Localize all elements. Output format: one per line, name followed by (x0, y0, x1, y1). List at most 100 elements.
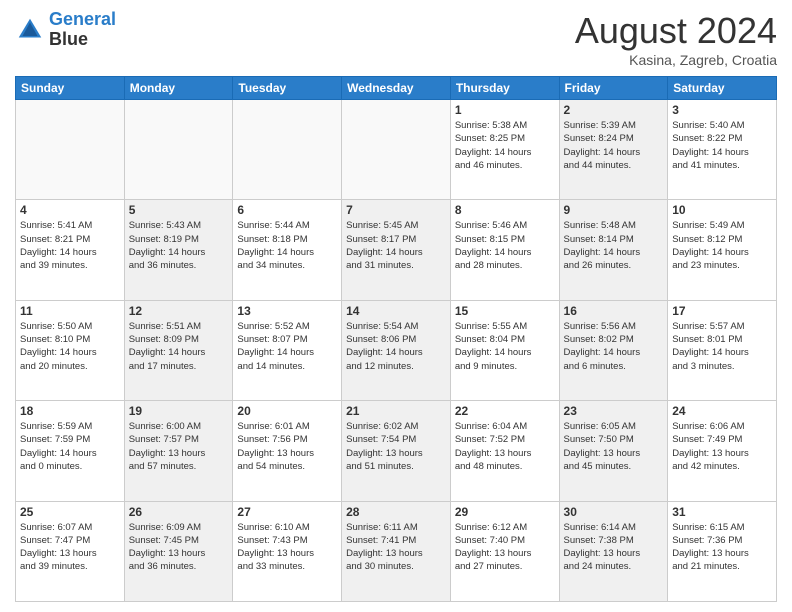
day-info: Sunrise: 6:07 AM Sunset: 7:47 PM Dayligh… (20, 521, 120, 574)
day-info: Sunrise: 5:52 AM Sunset: 8:07 PM Dayligh… (237, 320, 337, 373)
day-number: 29 (455, 505, 555, 519)
calendar-week-4: 18Sunrise: 5:59 AM Sunset: 7:59 PM Dayli… (16, 401, 777, 501)
day-number: 27 (237, 505, 337, 519)
day-info: Sunrise: 5:39 AM Sunset: 8:24 PM Dayligh… (564, 119, 664, 172)
day-info: Sunrise: 6:06 AM Sunset: 7:49 PM Dayligh… (672, 420, 772, 473)
day-info: Sunrise: 5:48 AM Sunset: 8:14 PM Dayligh… (564, 219, 664, 272)
day-number: 2 (564, 103, 664, 117)
day-info: Sunrise: 6:02 AM Sunset: 7:54 PM Dayligh… (346, 420, 446, 473)
day-info: Sunrise: 5:45 AM Sunset: 8:17 PM Dayligh… (346, 219, 446, 272)
day-info: Sunrise: 6:14 AM Sunset: 7:38 PM Dayligh… (564, 521, 664, 574)
day-number: 31 (672, 505, 772, 519)
day-info: Sunrise: 6:01 AM Sunset: 7:56 PM Dayligh… (237, 420, 337, 473)
calendar-cell: 30 Sunrise: 6:14 AM Sunset: 7:38 PM Dayli… (559, 501, 668, 601)
day-number: 13 (237, 304, 337, 318)
day-info: Sunrise: 5:49 AM Sunset: 8:12 PM Dayligh… (672, 219, 772, 272)
day-info: Sunrise: 6:10 AM Sunset: 7:43 PM Dayligh… (237, 521, 337, 574)
calendar-cell: 28 Sunrise: 6:11 AM Sunset: 7:41 PM Dayli… (342, 501, 451, 601)
calendar-cell: 25 Sunrise: 6:07 AM Sunset: 7:47 PM Dayli… (16, 501, 125, 601)
day-info: Sunrise: 5:43 AM Sunset: 8:19 PM Dayligh… (129, 219, 229, 272)
day-info: Sunrise: 6:12 AM Sunset: 7:40 PM Dayligh… (455, 521, 555, 574)
calendar-header-sunday: Sunday (16, 77, 125, 100)
calendar-cell: 15Sunrise: 5:55 AM Sunset: 8:04 PM Dayli… (450, 300, 559, 400)
title-area: August 2024 Kasina, Zagreb, Croatia (575, 10, 777, 68)
calendar-cell (233, 100, 342, 200)
day-number: 22 (455, 404, 555, 418)
day-info: Sunrise: 5:56 AM Sunset: 8:02 PM Dayligh… (564, 320, 664, 373)
day-info: Sunrise: 5:40 AM Sunset: 8:22 PM Dayligh… (672, 119, 772, 172)
day-number: 3 (672, 103, 772, 117)
day-number: 21 (346, 404, 446, 418)
calendar-cell (16, 100, 125, 200)
calendar-header-wednesday: Wednesday (342, 77, 451, 100)
day-number: 14 (346, 304, 446, 318)
calendar-cell: 2 Sunrise: 5:39 AM Sunset: 8:24 PM Daylig… (559, 100, 668, 200)
day-number: 25 (20, 505, 120, 519)
calendar-cell: 12Sunrise: 5:51 AM Sunset: 8:09 PM Dayli… (124, 300, 233, 400)
calendar-cell: 3 Sunrise: 5:40 AM Sunset: 8:22 PM Daylig… (668, 100, 777, 200)
calendar-cell: 6Sunrise: 5:44 AM Sunset: 8:18 PM Daylig… (233, 200, 342, 300)
day-number: 28 (346, 505, 446, 519)
logo-line2: Blue (49, 29, 88, 49)
page: General Blue August 2024 Kasina, Zagreb,… (0, 0, 792, 612)
day-number: 19 (129, 404, 229, 418)
calendar-cell (342, 100, 451, 200)
location: Kasina, Zagreb, Croatia (575, 52, 777, 68)
calendar-cell: 13 Sunrise: 5:52 AM Sunset: 8:07 PM Dayli… (233, 300, 342, 400)
day-number: 23 (564, 404, 664, 418)
day-info: Sunrise: 6:15 AM Sunset: 7:36 PM Dayligh… (672, 521, 772, 574)
calendar-cell: 16 Sunrise: 5:56 AM Sunset: 8:02 PM Dayli… (559, 300, 668, 400)
day-number: 16 (564, 304, 664, 318)
calendar-cell: 10 Sunrise: 5:49 AM Sunset: 8:12 PM Dayli… (668, 200, 777, 300)
calendar-cell: 23 Sunrise: 6:05 AM Sunset: 7:50 PM Dayli… (559, 401, 668, 501)
calendar-cell: 18Sunrise: 5:59 AM Sunset: 7:59 PM Dayli… (16, 401, 125, 501)
day-info: Sunrise: 6:09 AM Sunset: 7:45 PM Dayligh… (129, 521, 229, 574)
header: General Blue August 2024 Kasina, Zagreb,… (15, 10, 777, 68)
calendar-cell: 14 Sunrise: 5:54 AM Sunset: 8:06 PM Dayli… (342, 300, 451, 400)
calendar-cell: 1 Sunrise: 5:38 AM Sunset: 8:25 PM Daylig… (450, 100, 559, 200)
day-info: Sunrise: 6:00 AM Sunset: 7:57 PM Dayligh… (129, 420, 229, 473)
calendar-week-1: 1 Sunrise: 5:38 AM Sunset: 8:25 PM Daylig… (16, 100, 777, 200)
day-info: Sunrise: 5:44 AM Sunset: 8:18 PM Dayligh… (237, 219, 337, 272)
day-info: Sunrise: 5:57 AM Sunset: 8:01 PM Dayligh… (672, 320, 772, 373)
logo-text: General Blue (49, 10, 116, 50)
day-number: 17 (672, 304, 772, 318)
day-info: Sunrise: 5:51 AM Sunset: 8:09 PM Dayligh… (129, 320, 229, 373)
day-number: 20 (237, 404, 337, 418)
calendar-cell: 11Sunrise: 5:50 AM Sunset: 8:10 PM Dayli… (16, 300, 125, 400)
day-number: 10 (672, 203, 772, 217)
day-info: Sunrise: 5:38 AM Sunset: 8:25 PM Dayligh… (455, 119, 555, 172)
calendar-header-saturday: Saturday (668, 77, 777, 100)
calendar-cell: 26Sunrise: 6:09 AM Sunset: 7:45 PM Dayli… (124, 501, 233, 601)
day-number: 15 (455, 304, 555, 318)
day-info: Sunrise: 5:50 AM Sunset: 8:10 PM Dayligh… (20, 320, 120, 373)
calendar-header-monday: Monday (124, 77, 233, 100)
calendar-cell: 22Sunrise: 6:04 AM Sunset: 7:52 PM Dayli… (450, 401, 559, 501)
calendar-cell: 17 Sunrise: 5:57 AM Sunset: 8:01 PM Dayli… (668, 300, 777, 400)
calendar-cell: 21 Sunrise: 6:02 AM Sunset: 7:54 PM Dayli… (342, 401, 451, 501)
calendar-cell: 20 Sunrise: 6:01 AM Sunset: 7:56 PM Dayli… (233, 401, 342, 501)
calendar-cell: 24 Sunrise: 6:06 AM Sunset: 7:49 PM Dayli… (668, 401, 777, 501)
calendar-header-tuesday: Tuesday (233, 77, 342, 100)
calendar-header-friday: Friday (559, 77, 668, 100)
calendar-header-row: SundayMondayTuesdayWednesdayThursdayFrid… (16, 77, 777, 100)
calendar-cell: 31 Sunrise: 6:15 AM Sunset: 7:36 PM Dayli… (668, 501, 777, 601)
calendar-cell: 19 Sunrise: 6:00 AM Sunset: 7:57 PM Dayli… (124, 401, 233, 501)
calendar-cell: 5 Sunrise: 5:43 AM Sunset: 8:19 PM Daylig… (124, 200, 233, 300)
day-number: 1 (455, 103, 555, 117)
day-number: 9 (564, 203, 664, 217)
logo-icon (15, 15, 45, 45)
day-number: 5 (129, 203, 229, 217)
calendar-cell: 29 Sunrise: 6:12 AM Sunset: 7:40 PM Dayli… (450, 501, 559, 601)
calendar-week-3: 11Sunrise: 5:50 AM Sunset: 8:10 PM Dayli… (16, 300, 777, 400)
day-info: Sunrise: 6:05 AM Sunset: 7:50 PM Dayligh… (564, 420, 664, 473)
day-number: 24 (672, 404, 772, 418)
calendar-cell: 9 Sunrise: 5:48 AM Sunset: 8:14 PM Daylig… (559, 200, 668, 300)
day-info: Sunrise: 5:41 AM Sunset: 8:21 PM Dayligh… (20, 219, 120, 272)
day-info: Sunrise: 6:11 AM Sunset: 7:41 PM Dayligh… (346, 521, 446, 574)
day-info: Sunrise: 5:54 AM Sunset: 8:06 PM Dayligh… (346, 320, 446, 373)
calendar-header-thursday: Thursday (450, 77, 559, 100)
day-number: 30 (564, 505, 664, 519)
day-number: 7 (346, 203, 446, 217)
calendar-cell (124, 100, 233, 200)
